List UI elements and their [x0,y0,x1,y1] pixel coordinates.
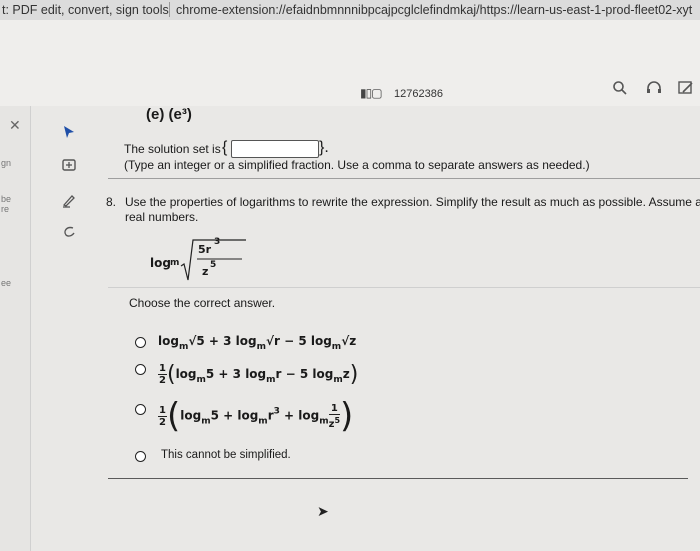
opt-text: z [342,367,350,381]
opt-paren: ) [349,362,359,387]
opt-sub: m [256,342,266,352]
question-number: 8. [106,195,117,209]
expr-log: log [150,256,171,270]
divider [108,287,700,288]
opt-sub: m [331,342,342,352]
question-text-cont: real numbers. [125,210,199,224]
edge-fragment: gn [1,158,12,168]
opt-text: + 3 log [204,334,257,348]
frac-den: 2 [159,416,166,428]
opt-sub: m [266,375,276,385]
opt-sub: m [333,375,343,385]
brace-close: }. [319,139,329,156]
pdf-tools-sidebar [48,106,88,551]
option-a-radio[interactable] [135,337,146,348]
divider [108,478,688,479]
opt-text: + log [279,408,320,423]
frac-den: 2 [159,375,166,386]
frac-num: 1 [328,403,341,415]
option-a-label[interactable]: logm√5 + 3 logm√r − 5 logm√z [158,334,356,352]
edge-fragment: re [1,204,10,214]
answer-instruction: (Type an integer or a simplified fractio… [124,158,590,172]
opt-text: 5 + log [210,408,259,423]
opt-paren: ) [340,396,354,436]
pdf-page: (e) (e³) The solution set is { }. (Type … [95,96,700,551]
mouse-cursor-icon: ➤ [317,503,329,519]
opt-root: √5 [188,334,205,348]
expr-base: m [170,258,180,268]
option-b-label[interactable]: 1 2 (logm5 + 3 logmr − 5 logmz) [158,362,358,387]
opt-paren: ( [166,396,181,436]
expr-numerator-exp: 3 [214,237,221,247]
divider [108,178,700,179]
opt-root: √r [265,334,280,348]
question-text: Use the properties of logarithms to rewr… [125,195,700,209]
left-panel-edge: gn be re ee [0,106,31,551]
option-c-radio[interactable] [135,404,146,415]
opt-fraction: 1 z5 [328,403,341,430]
option-c-label[interactable]: 1 2 (logm5 + logmr3 + logm 1 z5) [158,399,353,433]
solution-answer-input[interactable] [231,140,319,158]
solution-label: The solution set is [124,142,221,156]
opt-text: log [175,367,197,381]
frac-den: z5 [329,415,340,430]
tab-title[interactable]: t: PDF edit, convert, sign tools [2,1,169,19]
frac-num: 1 [158,363,167,375]
opt-fraction: 12 [158,363,167,386]
opt-paren: ( [166,362,176,387]
opt-sub: m [196,375,206,385]
tab-separator [169,2,170,17]
sqrt-sign [180,239,246,281]
opt-root: √z [341,334,357,348]
highlight-icon[interactable] [60,192,78,210]
opt-text: r − 5 log [275,367,334,381]
draw-icon[interactable] [60,224,78,242]
opt-text: 5 + 3 log [205,367,267,381]
opt-fraction: 12 [158,405,167,428]
expr-numerator: 5r [198,243,212,256]
option-d-label[interactable]: This cannot be simplified. [161,449,291,461]
browser-tab-bar: t: PDF edit, convert, sign tools chrome-… [0,0,700,21]
address-bar[interactable]: chrome-extension://efaidnbmnnnibpcajpcgl… [176,1,692,19]
opt-sub: m [201,416,211,427]
select-arrow-icon[interactable] [60,124,78,142]
opt-sub: m [319,416,329,427]
option-b-radio[interactable] [135,364,146,375]
expr-denominator: z [202,265,209,278]
opt-text: log [158,334,179,348]
opt-text: − 5 log [279,334,332,348]
choose-prompt: Choose the correct answer. [129,296,276,310]
edge-fragment: ee [1,278,12,288]
option-d-radio[interactable] [135,451,146,462]
opt-sub: m [178,342,189,352]
pdf-toolbar: ▮▯▢ 12762386 [0,20,700,106]
expr-denominator-exp: 5 [210,260,217,270]
opt-text: log [180,408,202,423]
edge-fragment: be [1,194,12,204]
previous-answer-fragment: (e) (e³) [146,106,192,123]
close-icon[interactable]: ✕ [9,117,21,134]
frac-num: 1 [158,404,167,417]
add-comment-icon[interactable] [60,158,78,176]
opt-sub: m [258,416,268,427]
brace-open: { [222,139,228,156]
